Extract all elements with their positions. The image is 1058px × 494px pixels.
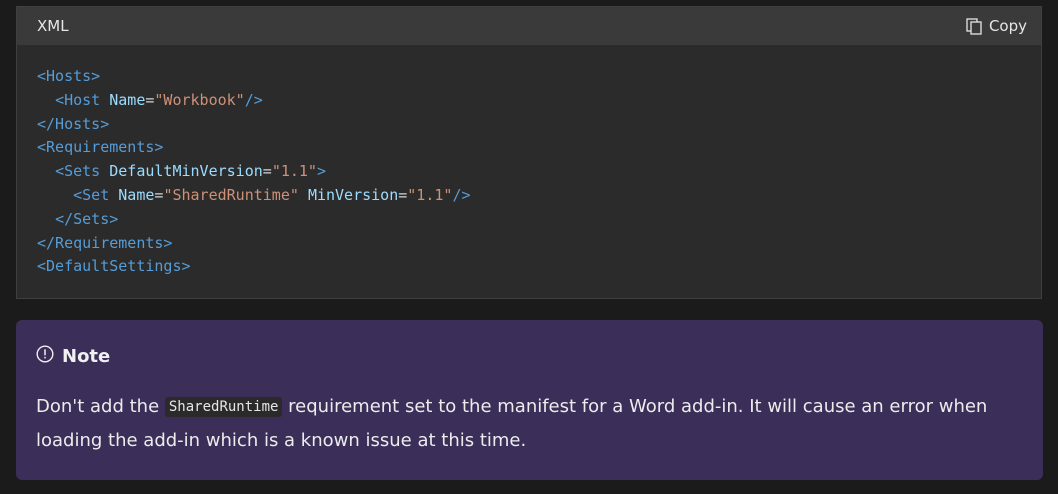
code-token: MinVersion (307, 185, 399, 204)
code-token: </Requirements> (37, 233, 173, 252)
info-circle-icon (36, 345, 54, 368)
code-line: <DefaultSettings> (37, 255, 1021, 279)
code-line: <Requirements> (37, 136, 1021, 160)
copy-button[interactable]: Copy (964, 15, 1029, 37)
code-token: </Sets> (55, 209, 119, 228)
code-block: XML Copy <Hosts> <Host Name="Workbook"/>… (16, 6, 1042, 299)
code-language-label: XML (37, 17, 69, 35)
note-heading: Note (36, 345, 1023, 368)
code-token: "1.1" (407, 185, 453, 204)
code-line: <Sets DefaultMinVersion="1.1"> (37, 160, 1021, 184)
code-token: <Set (73, 185, 110, 204)
note-title: Note (62, 346, 111, 367)
copy-icon (966, 17, 982, 35)
note-callout: Note Don't add the SharedRuntime require… (16, 320, 1043, 480)
code-token: </Hosts> (37, 114, 110, 133)
code-line: </Hosts> (37, 113, 1021, 137)
code-token: /> (244, 90, 263, 109)
code-token: = (398, 185, 408, 204)
code-content: <Hosts> <Host Name="Workbook"/> </Hosts> <… (17, 45, 1041, 279)
code-line: <Set Name="SharedRuntime" MinVersion="1.… (37, 184, 1021, 208)
code-token: DefaultMinVersion (109, 162, 263, 181)
inline-code: SharedRuntime (164, 397, 283, 417)
code-token: <DefaultSettings> (37, 257, 191, 276)
copy-label: Copy (988, 17, 1027, 35)
code-token: <Sets (55, 162, 101, 181)
code-token: Name (118, 185, 155, 204)
code-token: > (316, 162, 326, 181)
code-token: = (262, 162, 272, 181)
code-token: "SharedRuntime" (163, 185, 299, 204)
code-token: <Requirements> (37, 138, 164, 157)
code-line: </Sets> (37, 208, 1021, 232)
code-token: /> (452, 185, 471, 204)
code-line: <Host Name="Workbook"/> (37, 89, 1021, 113)
code-token: <Hosts> (37, 67, 101, 85)
note-body: Don't add the SharedRuntime requirement … (36, 390, 1023, 457)
code-token: "Workbook" (154, 90, 245, 109)
code-token: <Host (55, 90, 101, 109)
code-line: </Requirements> (37, 232, 1021, 256)
code-token: "1.1" (271, 162, 317, 181)
note-text-before: Don't add the (36, 396, 165, 417)
code-line: <Hosts> (37, 65, 1021, 89)
code-token: Name (109, 90, 146, 109)
code-header: XML Copy (17, 7, 1041, 45)
